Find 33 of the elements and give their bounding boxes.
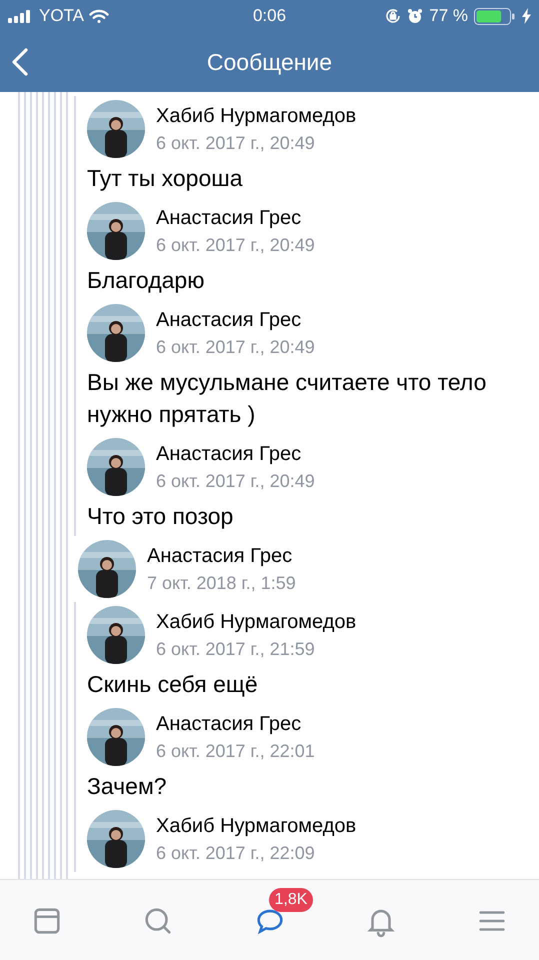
author-name[interactable]: Анастасия Грес xyxy=(156,442,315,466)
back-chevron-icon xyxy=(12,48,28,76)
author-name[interactable]: Хабиб Нурмагомедов xyxy=(156,814,356,838)
message-date: 6 окт. 2017 г., 22:09 xyxy=(156,842,316,864)
unread-count-badge: 1,8K xyxy=(268,888,314,912)
author-name[interactable]: Хабиб Нурмагомедов xyxy=(156,610,356,634)
message-date: 6 окт. 2017 г., 20:49 xyxy=(156,336,315,358)
message-text: Благодарю xyxy=(87,266,206,295)
message-date: 6 окт. 2017 г., 21:59 xyxy=(156,638,316,660)
author-name[interactable]: Анастасия Грес xyxy=(156,308,315,332)
author-name[interactable]: Хабиб Нурмагомедов xyxy=(156,104,356,128)
tab-bar-item[interactable]: 1,8K xyxy=(222,888,316,944)
screen-title: Сообщение xyxy=(206,48,332,76)
battery-percent: 77 % xyxy=(429,6,468,26)
author-name[interactable]: Анастасия Грес xyxy=(147,544,296,568)
message-text: Вы же мусульмане считаете что тело нужно прятать ) xyxy=(87,368,488,429)
message-date: 6 окт. 2017 г., 20:49 xyxy=(156,234,315,256)
battery-icon xyxy=(474,8,516,24)
message-text: Что это позор xyxy=(87,502,234,531)
message-text: Скинь себя ещё xyxy=(87,670,259,699)
clock-time: 0:06 xyxy=(252,6,286,26)
message-date: 6 окт. 2017 г., 20:49 xyxy=(156,132,316,154)
message-date: 6 окт. 2017 г., 22:01 xyxy=(156,740,315,762)
alarm-clock-icon xyxy=(407,8,424,24)
message-text: Зачем? xyxy=(87,772,168,801)
author-name[interactable]: Анастасия Грес xyxy=(156,206,315,230)
carrier-name: YOTA xyxy=(39,6,84,26)
message-date: 7 окт. 2018 г., 1:59 xyxy=(147,572,296,594)
author-name[interactable]: Анастасия Грес xyxy=(156,712,315,736)
wifi-icon xyxy=(89,8,110,24)
message-text: Тут ты хороша xyxy=(87,164,244,193)
rotation-lock-icon xyxy=(385,8,402,24)
message-date: 6 окт. 2017 г., 20:49 xyxy=(156,470,315,492)
